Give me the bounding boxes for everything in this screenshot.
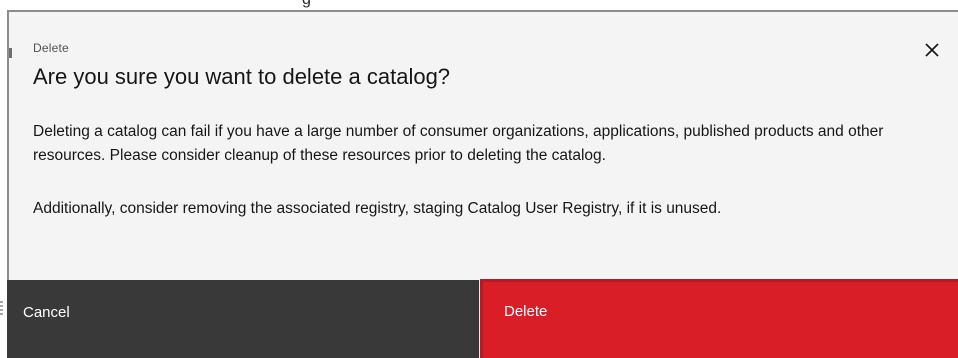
modal-label: Delete [33, 41, 69, 55]
delete-catalog-modal: Delete Are you sure you want to delete a… [7, 10, 958, 358]
close-button[interactable] [920, 38, 944, 62]
modal-body-paragraph: Deleting a catalog can fail if you have … [33, 123, 884, 164]
modal-heading: Are you sure you want to delete a catalo… [33, 64, 451, 89]
modal-edge-marker [9, 48, 12, 58]
close-icon [925, 43, 939, 57]
backdrop-text-fragment: g [302, 0, 311, 9]
backdrop-drag-handle [0, 301, 3, 315]
cancel-button[interactable]: Cancel [7, 280, 479, 358]
delete-button[interactable]: Delete [480, 279, 958, 358]
modal-footer: Cancel Delete [7, 279, 958, 358]
modal-body-paragraph: Additionally, consider removing the asso… [33, 200, 722, 217]
